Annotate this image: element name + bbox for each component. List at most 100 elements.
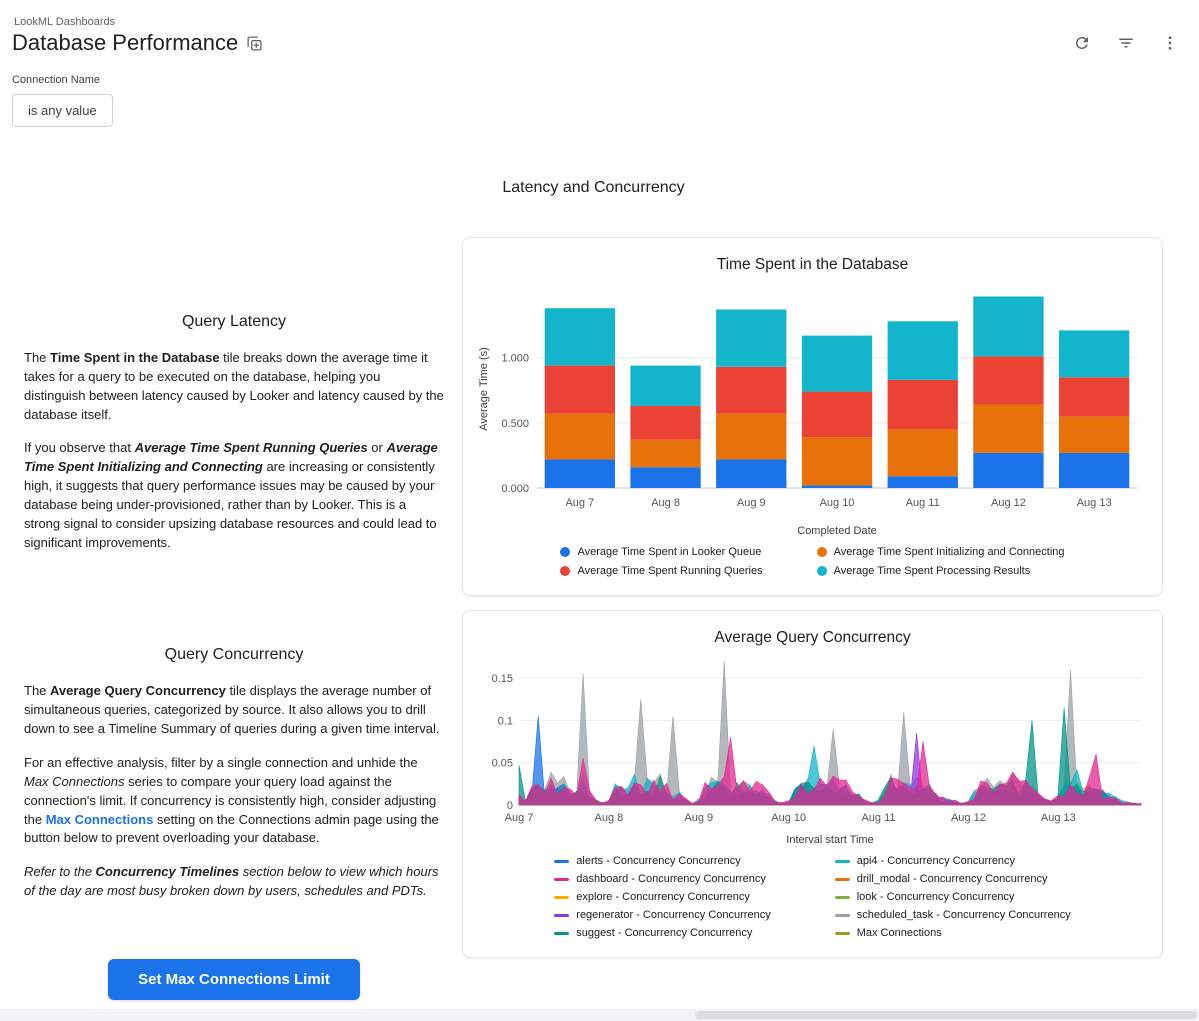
legend-label: scheduled_task - Concurrency Concurrency — [857, 909, 1071, 921]
svg-text:Aug 12: Aug 12 — [950, 812, 985, 824]
tile-paragraph: If you observe that Average Time Spent R… — [24, 439, 444, 552]
query-concurrency-tile: Query Concurrency The Average Query Conc… — [24, 646, 444, 900]
horizontal-scrollbar-track[interactable] — [0, 1009, 1199, 1021]
svg-text:Aug 7: Aug 7 — [565, 497, 594, 509]
legend-swatch — [560, 547, 570, 557]
legend-label: suggest - Concurrency Concurrency — [576, 927, 752, 939]
svg-text:Aug 13: Aug 13 — [1076, 497, 1111, 509]
legend-swatch — [817, 566, 827, 576]
legend-label: Average Time Spent Running Queries — [577, 565, 762, 577]
query-latency-title: Query Latency — [24, 313, 444, 331]
legend-swatch — [554, 914, 569, 917]
svg-text:Interval start Time: Interval start Time — [786, 834, 873, 846]
svg-text:Aug 8: Aug 8 — [651, 497, 680, 509]
legend-label: regenerator - Concurrency Concurrency — [576, 909, 770, 921]
legend-label: Max Connections — [857, 927, 942, 939]
tile-paragraph: For an effective analysis, filter by a s… — [24, 754, 444, 848]
svg-text:Aug 7: Aug 7 — [504, 812, 533, 824]
legend-label: drill_modal - Concurrency Concurrency — [857, 873, 1048, 885]
svg-text:0.1: 0.1 — [497, 715, 512, 727]
legend-label: alerts - Concurrency Concurrency — [576, 855, 740, 867]
svg-text:0.05: 0.05 — [491, 758, 512, 770]
concurrency-legend: alerts - Concurrency Concurrency api4 - C… — [473, 855, 1152, 939]
legend-swatch — [560, 566, 570, 576]
max-connections-link[interactable]: Max Connections — [46, 812, 154, 827]
dashboard-body: Query Latency The Time Spent in the Data… — [0, 237, 1199, 1000]
legend-item[interactable]: explore - Concurrency Concurrency — [554, 891, 770, 903]
connection-name-filter[interactable]: is any value — [12, 94, 113, 127]
legend-item[interactable]: drill_modal - Concurrency Concurrency — [835, 873, 1071, 885]
header: Database Performance — [0, 28, 1199, 56]
page-title: Database Performance — [12, 30, 238, 56]
legend-swatch — [835, 878, 850, 881]
svg-text:0: 0 — [506, 800, 512, 812]
query-latency-tile: Query Latency The Time Spent in the Data… — [24, 313, 444, 552]
dashboard-toolbar — [1073, 34, 1179, 52]
legend-item[interactable]: scheduled_task - Concurrency Concurrency — [835, 909, 1071, 921]
svg-text:Aug 9: Aug 9 — [684, 812, 713, 824]
legend-item[interactable]: dashboard - Concurrency Concurrency — [554, 873, 770, 885]
set-max-connections-button[interactable]: Set Max Connections Limit — [108, 959, 360, 1000]
svg-text:0.500: 0.500 — [501, 418, 529, 430]
svg-text:0.15: 0.15 — [491, 673, 512, 685]
svg-text:Aug 11: Aug 11 — [861, 812, 895, 824]
tile-paragraph: The Average Query Concurrency tile displ… — [24, 682, 444, 739]
svg-text:Average Time (s): Average Time (s) — [478, 347, 490, 431]
legend-label: api4 - Concurrency Concurrency — [857, 855, 1015, 867]
legend-item[interactable]: suggest - Concurrency Concurrency — [554, 927, 770, 939]
chart-column: Time Spent in the Database 0.0000.5001.0… — [462, 237, 1163, 958]
horizontal-scrollbar-thumb[interactable] — [695, 1011, 1197, 1019]
legend-item[interactable]: look - Concurrency Concurrency — [835, 891, 1071, 903]
tile-paragraph: Refer to the Concurrency Timelines secti… — [24, 863, 444, 901]
kebab-menu-icon[interactable] — [1161, 34, 1179, 52]
legend-swatch — [817, 547, 827, 557]
tile-paragraph: The Time Spent in the Database tile brea… — [24, 349, 444, 424]
svg-text:Aug 13: Aug 13 — [1040, 812, 1075, 824]
svg-text:0.000: 0.000 — [501, 483, 529, 495]
concurrency-chart[interactable]: 0 0.05 0.1 0.15 Aug 7 Aug 8 Aug 9 Aug 10 Aug 11 A… — [475, 649, 1151, 847]
legend-swatch — [554, 860, 569, 863]
filter-icon[interactable] — [1117, 34, 1135, 52]
section-title: Latency and Concurrency — [24, 179, 1163, 197]
concurrency-card: Average Query Concurrency 0 0.05 0.1 0.15 Au… — [462, 610, 1163, 958]
legend-swatch — [835, 896, 850, 899]
time-spent-legend: Average Time Spent in Looker Queue Averag… — [473, 546, 1152, 577]
time-spent-chart[interactable]: 0.0000.5001.000Aug 7Aug 8Aug 9Aug 10Aug … — [475, 276, 1151, 538]
legend-item[interactable]: Average Time Spent Initializing and Conn… — [817, 546, 1065, 558]
legend-swatch — [554, 878, 569, 881]
legend-swatch — [835, 914, 850, 917]
legend-item[interactable]: regenerator - Concurrency Concurrency — [554, 909, 770, 921]
legend-swatch — [554, 932, 569, 935]
legend-swatch — [554, 896, 569, 899]
filter-bar: Connection Name is any value — [12, 74, 1199, 127]
legend-item[interactable]: Average Time Spent Processing Results — [817, 565, 1065, 577]
time-spent-card: Time Spent in the Database 0.0000.5001.0… — [462, 237, 1163, 596]
svg-text:Aug 10: Aug 10 — [771, 812, 806, 824]
text-column: Query Latency The Time Spent in the Data… — [24, 237, 444, 1000]
svg-text:Aug 9: Aug 9 — [736, 497, 765, 509]
legend-item[interactable]: Average Time Spent Running Queries — [560, 565, 762, 577]
query-concurrency-title: Query Concurrency — [24, 646, 444, 664]
legend-item[interactable]: api4 - Concurrency Concurrency — [835, 855, 1071, 867]
legend-swatch — [835, 860, 850, 863]
legend-label: Average Time Spent Initializing and Conn… — [834, 546, 1065, 558]
refresh-icon[interactable] — [1073, 34, 1091, 52]
svg-text:Aug 8: Aug 8 — [594, 812, 623, 824]
legend-label: dashboard - Concurrency Concurrency — [576, 873, 766, 885]
svg-text:Aug 10: Aug 10 — [819, 497, 854, 509]
legend-label: look - Concurrency Concurrency — [857, 891, 1015, 903]
legend-swatch — [835, 932, 850, 935]
legend-item[interactable]: Max Connections — [835, 927, 1071, 939]
legend-label: Average Time Spent Processing Results — [834, 565, 1031, 577]
legend-item[interactable]: Average Time Spent in Looker Queue — [560, 546, 762, 558]
filter-label: Connection Name — [12, 74, 1199, 86]
legend-label: Average Time Spent in Looker Queue — [577, 546, 761, 558]
copy-dashboard-icon[interactable] — [246, 35, 263, 52]
chart-title: Time Spent in the Database — [473, 256, 1152, 274]
chart-title: Average Query Concurrency — [473, 629, 1152, 647]
svg-text:Aug 12: Aug 12 — [990, 497, 1025, 509]
breadcrumb[interactable]: LookML Dashboards — [0, 0, 1199, 28]
svg-text:Aug 11: Aug 11 — [905, 497, 939, 509]
legend-item[interactable]: alerts - Concurrency Concurrency — [554, 855, 770, 867]
legend-label: explore - Concurrency Concurrency — [576, 891, 750, 903]
